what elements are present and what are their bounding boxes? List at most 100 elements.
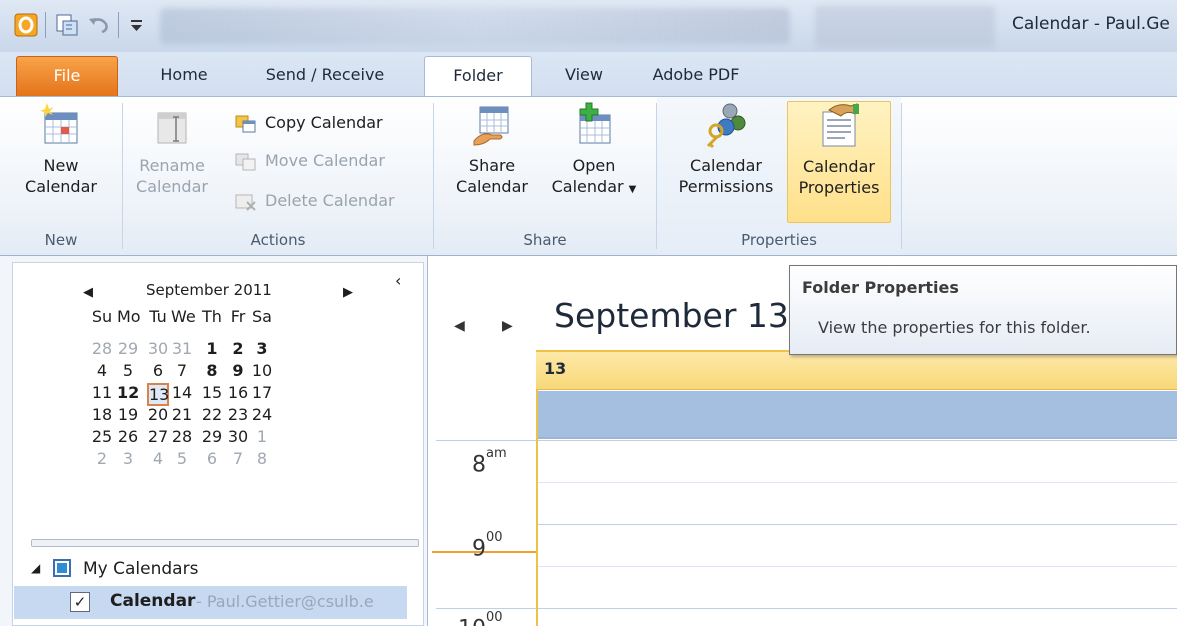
calendar-checkbox[interactable]: ✓: [70, 592, 90, 612]
mini-calendar-day[interactable]: 4: [91, 361, 113, 380]
mini-calendar-day[interactable]: 25: [91, 427, 113, 446]
new-group-label: New: [44, 231, 78, 249]
mini-calendar-day[interactable]: 29: [201, 427, 223, 446]
mini-calendar-day[interactable]: 23: [227, 405, 249, 424]
mini-calendar-day[interactable]: 22: [201, 405, 223, 424]
new-calendar-button[interactable]: New Calendar: [12, 101, 110, 197]
mini-calendar-day[interactable]: 7: [171, 361, 193, 380]
calendar-permissions-icon: [706, 103, 746, 149]
mini-calendar-day[interactable]: 26: [117, 427, 139, 446]
send-receive-icon[interactable]: [54, 12, 80, 38]
mini-calendar-day[interactable]: 16: [227, 383, 249, 402]
open-calendar-label: Open Calendar: [551, 156, 624, 196]
mini-calendar-day[interactable]: 8: [251, 449, 273, 468]
mini-calendar-day[interactable]: 28: [91, 339, 113, 358]
copy-calendar-label: Copy Calendar: [265, 113, 383, 132]
tab-view[interactable]: View: [546, 56, 622, 96]
weekday-header: Fr: [230, 307, 246, 326]
mini-calendar-day[interactable]: 24: [251, 405, 273, 424]
mini-calendar-day[interactable]: 31: [171, 339, 193, 358]
calendar-name: Calendar: [110, 591, 196, 611]
mini-calendar-day[interactable]: 19: [117, 405, 139, 424]
mini-calendar-day[interactable]: 8: [201, 361, 223, 380]
mini-calendar-day[interactable]: 30: [147, 339, 169, 358]
mini-calendar-day[interactable]: 1: [201, 339, 223, 358]
mini-calendar-day[interactable]: 15: [201, 383, 223, 402]
mini-calendar-day[interactable]: 5: [117, 361, 139, 380]
mini-calendar-day[interactable]: 27: [147, 427, 169, 446]
weekday-header: Sa: [252, 307, 272, 326]
move-calendar-button[interactable]: Move Calendar: [235, 149, 385, 173]
mini-calendar-day[interactable]: 4: [147, 449, 169, 468]
tab-file[interactable]: File: [16, 56, 118, 96]
delete-calendar-button[interactable]: Delete Calendar: [235, 189, 395, 213]
mini-calendar-day[interactable]: 1: [251, 427, 273, 446]
new-group: New Calendar New: [0, 97, 122, 255]
tab-send-receive[interactable]: Send / Receive: [240, 56, 410, 96]
next-month-arrow[interactable]: ▶: [343, 285, 353, 300]
half-hour-gridline: [538, 566, 1177, 567]
mini-calendar-day[interactable]: 29: [117, 339, 139, 358]
actions-group-label: Actions: [250, 231, 306, 249]
mini-calendar-day[interactable]: 3: [117, 449, 139, 468]
expand-triangle-icon[interactable]: ◢: [31, 561, 40, 575]
mini-calendar-day[interactable]: 18: [91, 405, 113, 424]
tab-home[interactable]: Home: [134, 56, 234, 96]
open-calendar-button[interactable]: Open Calendar ▼: [544, 101, 644, 200]
mini-calendar-day[interactable]: 21: [171, 405, 193, 424]
mini-calendar-day[interactable]: 10: [251, 361, 273, 380]
calendar-list-item[interactable]: ✓ Calendar - Paul.Gettier@csulb.e: [14, 586, 407, 619]
mini-calendar-day[interactable]: 3: [251, 339, 273, 358]
mini-calendar-scrollbar[interactable]: [31, 539, 419, 547]
collapse-pane-icon[interactable]: ‹: [395, 271, 401, 290]
calendar-account: - Paul.Gettier@csulb.e: [196, 592, 374, 611]
open-calendar-icon: [579, 102, 611, 144]
rename-calendar-label: Rename Calendar: [136, 156, 208, 196]
all-day-event-area[interactable]: [538, 391, 1177, 439]
mini-calendar-day[interactable]: 2: [227, 339, 249, 358]
day-header[interactable]: 13: [536, 350, 1177, 390]
share-group-label: Share: [523, 231, 567, 249]
calendar-permissions-button[interactable]: Calendar Permissions: [667, 101, 785, 197]
copy-calendar-button[interactable]: Copy Calendar: [235, 111, 383, 135]
weekday-header: We: [171, 307, 196, 326]
move-calendar-icon: [235, 153, 256, 170]
properties-group-label: Properties: [741, 231, 817, 249]
time-ruler-line: [436, 608, 536, 609]
customize-toolbar-icon[interactable]: [124, 12, 150, 38]
mini-calendar-day[interactable]: 30: [227, 427, 249, 446]
mini-calendar-day[interactable]: 9: [227, 361, 249, 380]
rename-calendar-button[interactable]: Rename Calendar: [131, 101, 213, 197]
tab-folder[interactable]: Folder: [424, 56, 532, 98]
mini-calendar-day[interactable]: 17: [251, 383, 273, 402]
mini-calendar-day[interactable]: 2: [91, 449, 113, 468]
mini-calendar-day[interactable]: 7: [227, 449, 249, 468]
mini-calendar-day[interactable]: 12: [117, 383, 139, 402]
previous-month-arrow[interactable]: ◀: [83, 285, 93, 300]
undo-icon[interactable]: [86, 12, 112, 38]
properties-group: Calendar Permissions Calendar Properties…: [657, 97, 901, 255]
mini-calendar-day[interactable]: 14: [171, 383, 193, 402]
outlook-icon[interactable]: [14, 12, 40, 38]
share-calendar-button[interactable]: Share Calendar: [446, 101, 538, 197]
ribbon-tab-row: File Home Send / Receive Folder View Ado…: [0, 52, 1177, 98]
mini-calendar-day[interactable]: 6: [201, 449, 223, 468]
mini-calendar-day[interactable]: 20: [147, 405, 169, 424]
ribbon: New Calendar New Rename Calendar Copy Ca…: [0, 96, 1177, 256]
mini-calendar-day[interactable]: 28: [171, 427, 193, 446]
mini-calendar-day[interactable]: 6: [147, 361, 169, 380]
delete-calendar-label: Delete Calendar: [265, 191, 395, 210]
time-label-10: 1000: [458, 610, 503, 626]
new-calendar-icon: [40, 103, 78, 144]
tab-adobe-pdf[interactable]: Adobe PDF: [636, 56, 756, 96]
previous-day-arrow[interactable]: ◀: [454, 318, 465, 334]
calendar-group-icon: [53, 559, 71, 577]
my-calendars-label[interactable]: My Calendars: [83, 559, 198, 579]
calendar-properties-button[interactable]: Calendar Properties: [787, 101, 891, 223]
mini-calendar-day[interactable]: 5: [171, 449, 193, 468]
tooltip-body: View the properties for this folder.: [818, 318, 1091, 337]
half-hour-gridline: [538, 482, 1177, 483]
mini-calendar-day[interactable]: 11: [91, 383, 113, 402]
mini-calendar-today[interactable]: 13: [147, 383, 169, 406]
next-day-arrow[interactable]: ▶: [502, 318, 513, 334]
